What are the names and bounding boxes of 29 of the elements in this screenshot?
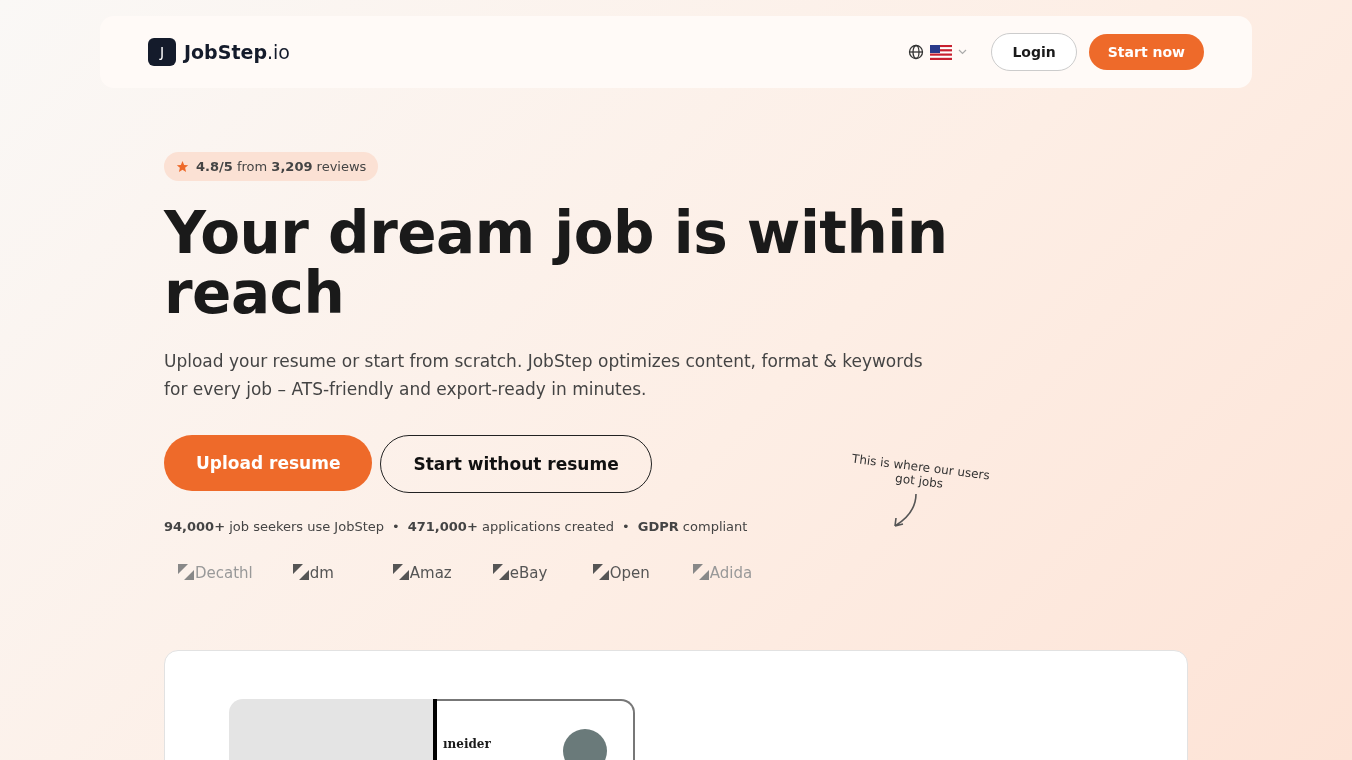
company-logo-alt-text: Adida [709,564,753,582]
logo-icon[interactable]: J [148,38,176,66]
stat-text: 94,000+ job seekers use JobStep [164,519,384,534]
brand-name[interactable]: JobStep.io [184,41,290,63]
hero-heading: Your dream job is within reach [164,203,949,323]
stat-text: GDPR compliant [637,519,748,534]
hero-subtitle: Upload your resume or start from scratch. JobStep optimizes content, format & keywords for every job – ATS-friendly and export-ready in minutes. [164,350,924,401]
broken-image-icon [592,564,609,580]
broken-image-icon [392,564,409,580]
stat-text: 471,000+ applications created [407,519,615,534]
broken-image-icon [492,564,509,580]
company-logo-alt-text: dm [309,564,334,582]
rating-text: 4.8/5 from 3,209 reviews [196,159,367,174]
resume-name: ıneider [443,737,491,751]
bullet-separator: • [622,519,630,534]
globe-icon[interactable] [908,44,925,60]
broken-image-icon [178,564,194,580]
broken-image-icon [692,564,709,580]
company-logo-alt-text: eBay [509,564,548,582]
company-logo-alt-text: Decathl [195,564,253,582]
star-icon [176,160,189,173]
flag-icon[interactable] [930,44,953,60]
company-logo-alt-text: Amaz [409,564,452,582]
avatar [563,729,607,760]
login-button[interactable]: Login [991,33,1077,71]
bullet-separator: • [392,519,400,534]
handwritten-note: This is where our users got jobs [850,451,992,493]
broken-image-icon [292,564,309,580]
company-logo-alt-text: Open [609,564,650,582]
